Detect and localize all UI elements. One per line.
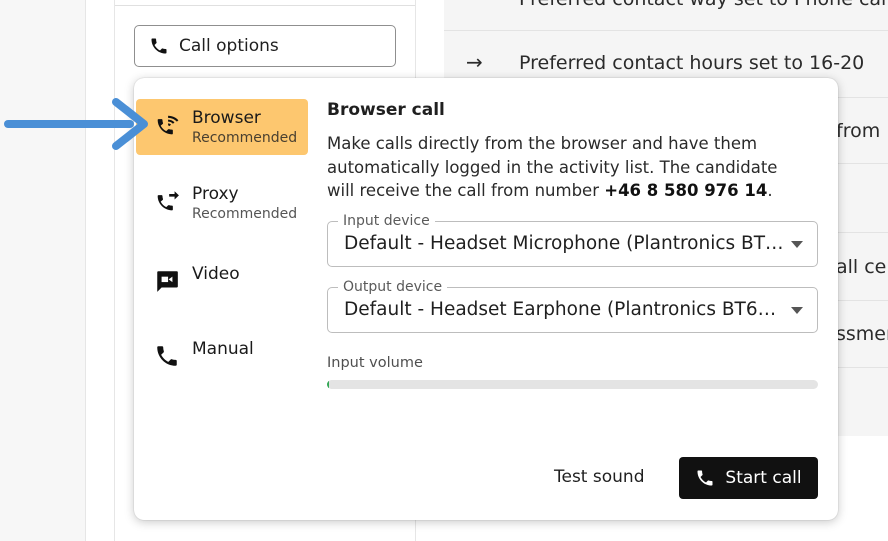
browser-call-description: Make calls directly from the browser and…: [327, 132, 807, 203]
activity-item: all cen: [836, 256, 888, 278]
activity-item: from +: [836, 120, 888, 142]
input-device-value: Default - Headset Microphone (Plantronic…: [344, 233, 784, 254]
phone-icon: [697, 470, 713, 486]
activity-item: Preferred contact hours set to 16-20: [519, 52, 865, 74]
call-method-title: Video: [192, 264, 240, 284]
arrow-right-icon: →: [466, 50, 483, 74]
input-device-select[interactable]: Input device Default - Headset Microphon…: [327, 212, 818, 267]
call-method-browser[interactable]: Browser Recommended: [136, 99, 308, 155]
wifi-phone-icon: [157, 115, 179, 135]
browser-call-title: Browser call: [327, 100, 445, 120]
call-method-popup: Browser Recommended Proxy Recommended Vi…: [134, 78, 838, 520]
call-method-proxy[interactable]: Proxy Recommended: [136, 184, 308, 223]
input-volume-meter: [327, 380, 818, 389]
call-method-title: Proxy: [192, 184, 239, 204]
call-method-title: Manual: [192, 339, 254, 359]
description-suffix: .: [767, 181, 773, 200]
input-device-label: Input device: [338, 212, 435, 230]
output-device-select[interactable]: Output device Default - Headset Earphone…: [327, 278, 818, 333]
start-call-label: Start call: [725, 468, 802, 488]
call-options-label: Call options: [179, 36, 279, 56]
call-method-subtitle: Recommended: [192, 130, 298, 146]
call-method-video[interactable]: Video: [136, 264, 308, 294]
annotation-arrow-icon: [4, 98, 148, 150]
output-device-label: Output device: [338, 278, 448, 296]
panel-divider: [115, 5, 415, 6]
start-call-button[interactable]: Start call: [679, 457, 818, 499]
test-sound-button[interactable]: Test sound: [554, 467, 644, 487]
activity-item: ssment: [836, 323, 888, 345]
input-volume-label: Input volume: [327, 355, 423, 371]
left-rail: [0, 0, 86, 541]
call-method-title: Browser: [192, 108, 261, 128]
dropdown-caret-icon: [791, 241, 803, 248]
phone-icon: [151, 38, 167, 54]
video-chat-icon: [157, 271, 178, 292]
call-method-manual[interactable]: Manual: [136, 339, 308, 369]
activity-item: Preferred contact way set to Phone call: [519, 0, 888, 10]
output-device-value: Default - Headset Earphone (Plantronics …: [344, 299, 784, 320]
caller-phone-number: +46 8 580 976 14: [604, 181, 768, 200]
dropdown-caret-icon: [791, 307, 803, 314]
forward-phone-icon: [157, 191, 179, 211]
phone-icon: [157, 346, 177, 366]
call-options-button[interactable]: Call options: [134, 25, 396, 67]
call-method-subtitle: Recommended: [192, 206, 298, 222]
activity-row-divider: [444, 30, 888, 31]
input-volume-fill: [327, 380, 330, 389]
